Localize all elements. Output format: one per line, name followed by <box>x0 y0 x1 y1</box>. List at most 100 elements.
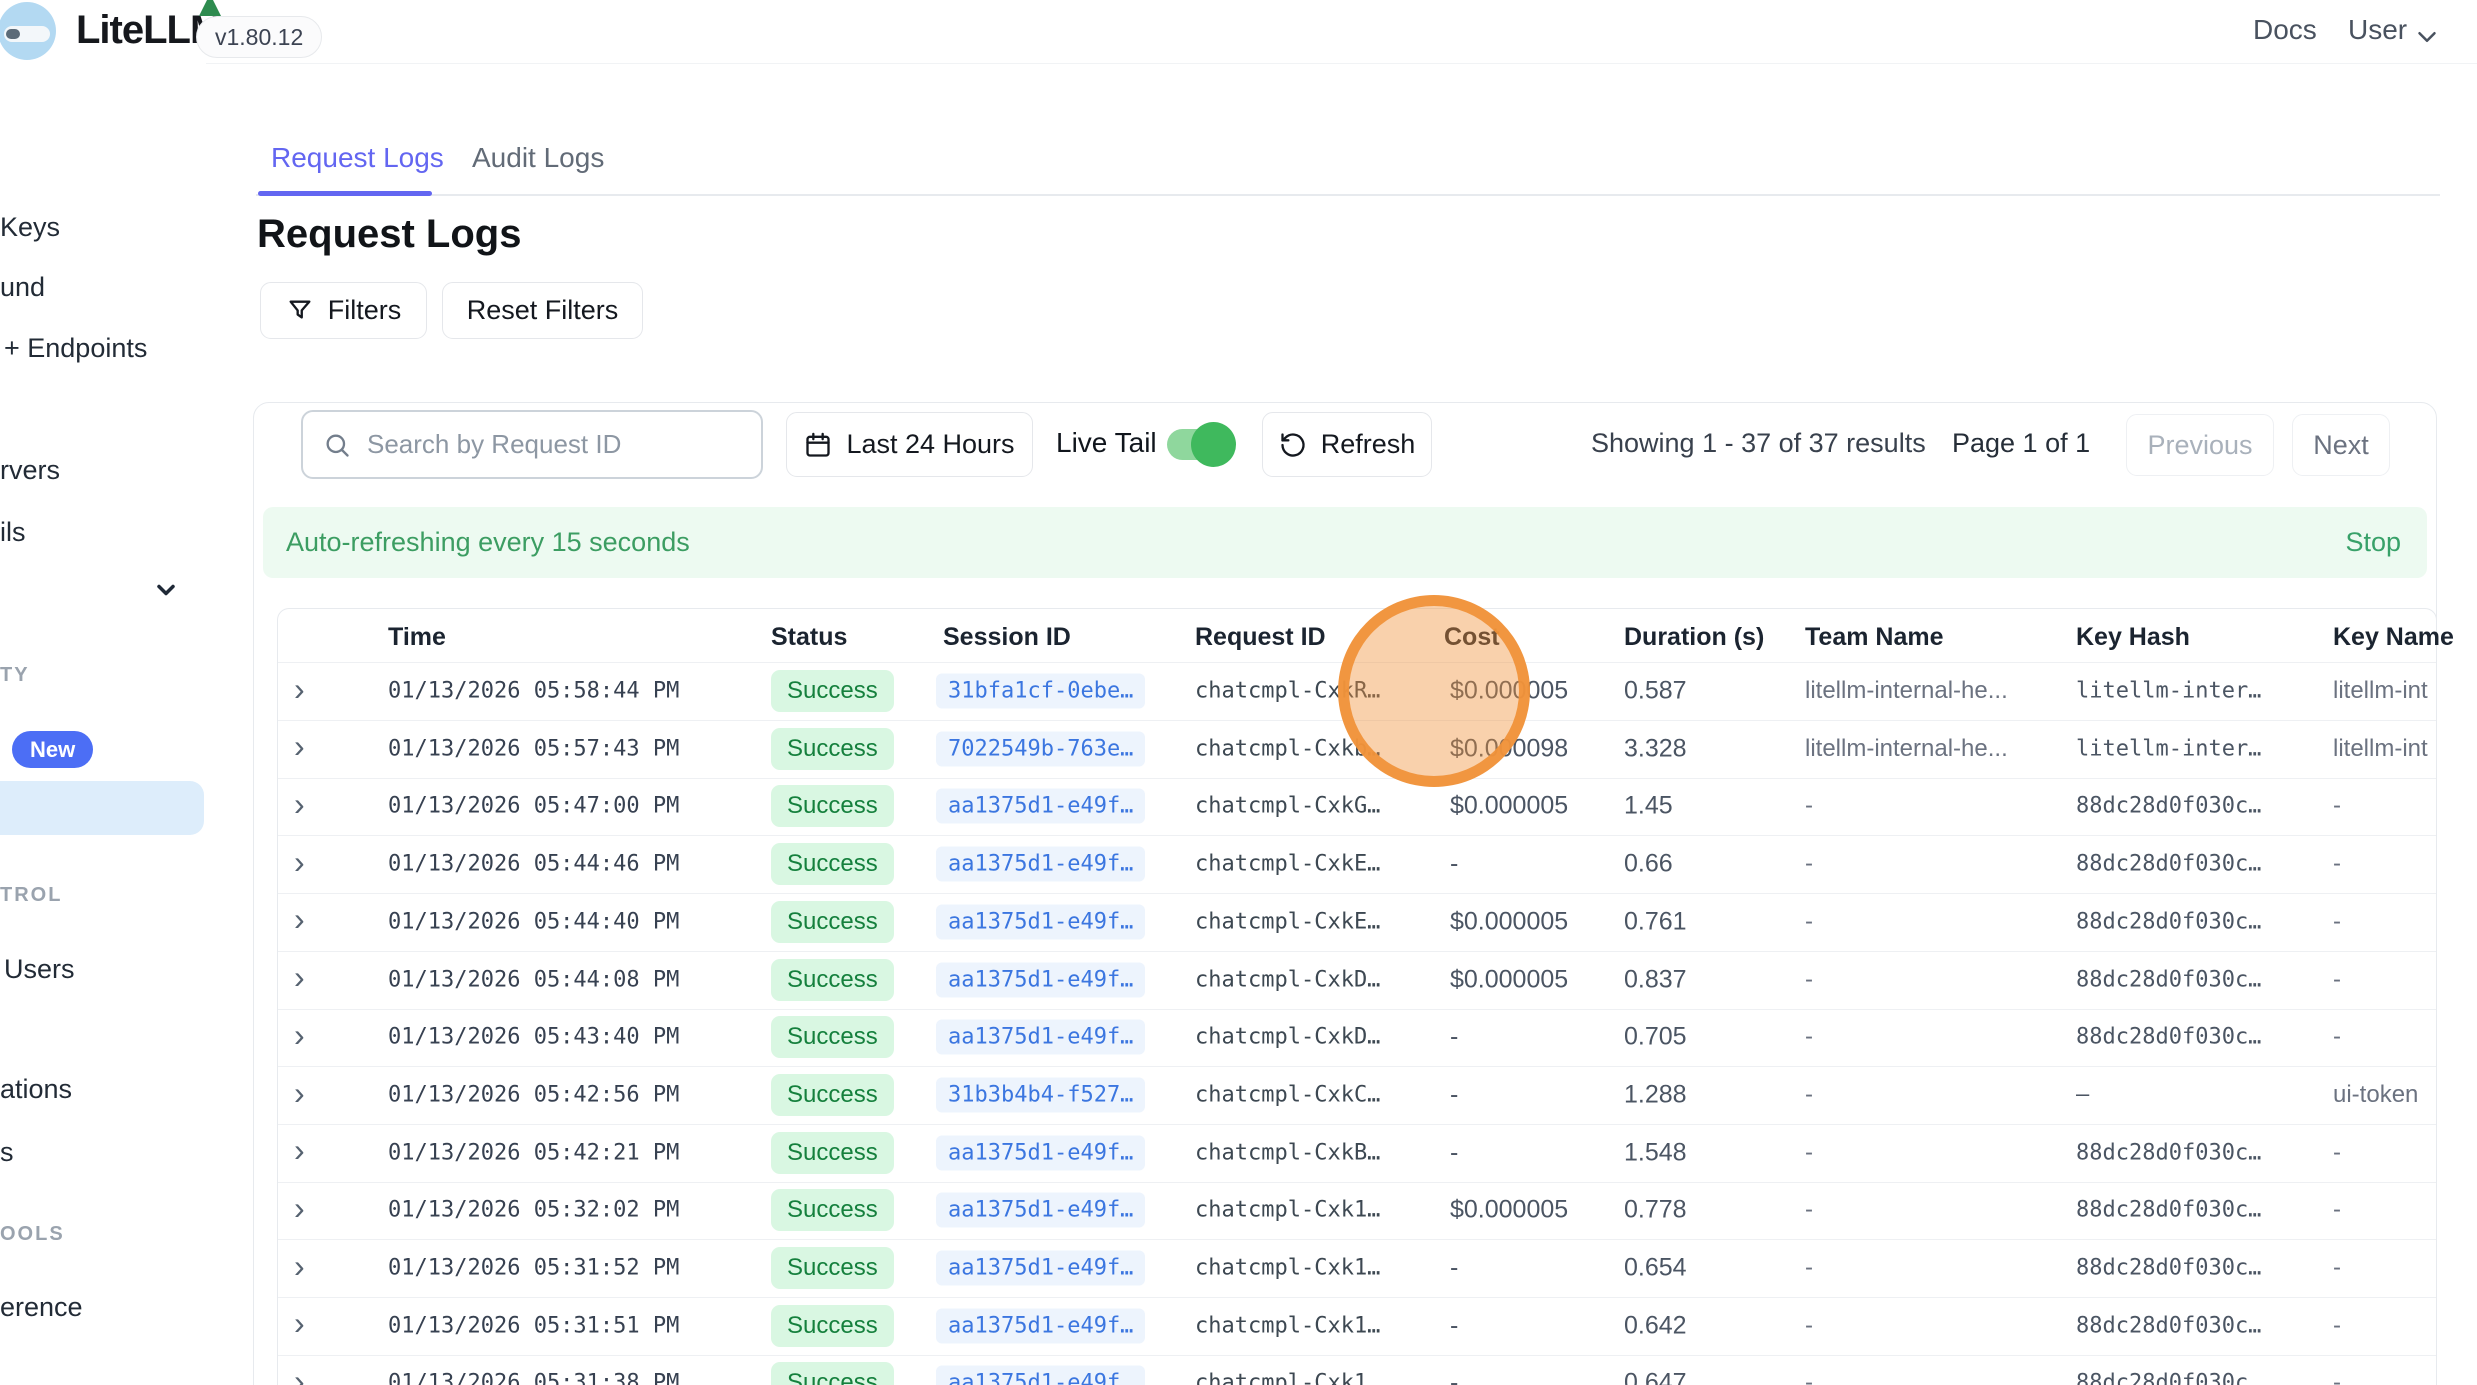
sidebar-item-teams[interactable]: s <box>0 1137 14 1168</box>
cell-request-id: chatcmpl-Cxk1… <box>1195 1256 1380 1281</box>
cell-key-name: - <box>2333 1139 2341 1167</box>
cell-session-id-link[interactable]: aa1375d1-e49f… <box>936 904 1145 939</box>
expand-row-chevron-icon[interactable]: › <box>294 1192 305 1224</box>
time-range-button[interactable]: Last 24 Hours <box>786 412 1033 477</box>
table-row[interactable]: › 01/13/2026 05:42:56 PM Success 31b3b4b… <box>278 1066 2436 1125</box>
expand-row-chevron-icon[interactable]: › <box>294 1365 305 1385</box>
cell-duration: 0.642 <box>1624 1311 1687 1340</box>
sidebar-item-inference[interactable]: erence <box>0 1292 83 1323</box>
cell-key-hash: – <box>2076 1082 2089 1107</box>
cell-cost: - <box>1450 1369 1458 1385</box>
status-badge: Success <box>771 1247 894 1289</box>
cell-key-hash: litellm-inter… <box>2076 679 2261 704</box>
col-key-name: Key Name <box>2333 623 2454 652</box>
cell-session-id-link[interactable]: aa1375d1-e49f… <box>936 1135 1145 1170</box>
table-row[interactable]: › 01/13/2026 05:47:00 PM Success aa1375d… <box>278 777 2436 836</box>
expand-row-chevron-icon[interactable]: › <box>294 1134 305 1166</box>
cell-session-id-link[interactable]: 7022549b-763e… <box>936 731 1145 766</box>
table-row[interactable]: › 01/13/2026 05:44:46 PM Success aa1375d… <box>278 835 2436 894</box>
cell-session-id-link[interactable]: aa1375d1-e49f… <box>936 1020 1145 1055</box>
cell-time: 01/13/2026 05:44:46 PM <box>388 852 679 877</box>
cell-session-id-link[interactable]: aa1375d1-e49f… <box>936 1193 1145 1228</box>
expand-row-chevron-icon[interactable]: › <box>294 673 305 705</box>
cell-session-id-link[interactable]: 31bfa1cf-0ebe… <box>936 674 1145 709</box>
sidebar-item-users[interactable]: Users <box>4 954 75 985</box>
search-box[interactable] <box>301 410 763 479</box>
reset-filters-button[interactable]: Reset Filters <box>442 282 643 339</box>
chevron-down-icon[interactable] <box>2412 22 2442 52</box>
expand-row-chevron-icon[interactable]: › <box>294 961 305 993</box>
cell-cost: $0.000005 <box>1450 792 1568 821</box>
cell-duration: 0.778 <box>1624 1196 1687 1225</box>
cell-request-id: chatcmpl-CxkD… <box>1195 1025 1380 1050</box>
expand-row-chevron-icon[interactable]: › <box>294 903 305 935</box>
cell-team-name: - <box>1805 908 1813 936</box>
expand-row-chevron-icon[interactable]: › <box>294 730 305 762</box>
cell-duration: 0.705 <box>1624 1023 1687 1052</box>
auto-refresh-banner: Auto-refreshing every 15 seconds Stop <box>263 507 2427 578</box>
expand-row-chevron-icon[interactable]: › <box>294 1307 305 1339</box>
cell-key-hash: 88dc28d0f030c… <box>2076 852 2261 877</box>
cell-request-id: chatcmpl-CxkE… <box>1195 852 1380 877</box>
sidebar-item-playground[interactable]: und <box>0 272 45 303</box>
expand-row-chevron-icon[interactable]: › <box>294 846 305 878</box>
sidebar-item-selected[interactable] <box>0 781 204 835</box>
cell-cost: - <box>1450 850 1458 879</box>
auto-refresh-text: Auto-refreshing every 15 seconds <box>286 527 690 558</box>
cell-request-id: chatcmpl-CxkG… <box>1195 794 1380 819</box>
expand-row-chevron-icon[interactable]: › <box>294 788 305 820</box>
cell-duration: 1.45 <box>1624 792 1673 821</box>
cell-cost: - <box>1450 1023 1458 1052</box>
sidebar-item-servers[interactable]: rvers <box>0 455 60 486</box>
sidebar-item-models-endpoints[interactable]: + Endpoints <box>4 333 147 364</box>
user-menu[interactable]: User <box>2348 14 2407 46</box>
cell-session-id-link[interactable]: aa1375d1-e49f… <box>936 1251 1145 1286</box>
tab-audit-logs[interactable]: Audit Logs <box>472 142 604 174</box>
sidebar-collapse-chevron-icon[interactable] <box>152 576 180 604</box>
table-row[interactable]: › 01/13/2026 05:32:02 PM Success aa1375d… <box>278 1181 2436 1240</box>
cell-team-name: - <box>1805 1254 1813 1282</box>
filters-button[interactable]: Filters <box>260 282 427 339</box>
sidebar-nav: Keys und + Endpoints rvers ils TY New TR… <box>0 63 206 1385</box>
tab-request-logs[interactable]: Request Logs <box>271 142 444 174</box>
live-tail-label: Live Tail <box>1056 427 1157 459</box>
cell-key-name: - <box>2333 1254 2341 1282</box>
cell-session-id-link[interactable]: aa1375d1-e49f… <box>936 1308 1145 1343</box>
cell-key-name: - <box>2333 1196 2341 1224</box>
col-duration: Duration (s) <box>1624 623 1764 652</box>
expand-row-chevron-icon[interactable]: › <box>294 1019 305 1051</box>
expand-row-chevron-icon[interactable]: › <box>294 1077 305 1109</box>
table-row[interactable]: › 01/13/2026 05:42:21 PM Success aa1375d… <box>278 1124 2436 1183</box>
cell-session-id-link[interactable]: aa1375d1-e49f… <box>936 962 1145 997</box>
cell-session-id-link[interactable]: 31b3b4b4-f527… <box>936 1077 1145 1112</box>
funnel-icon <box>286 297 314 325</box>
refresh-button[interactable]: Refresh <box>1262 412 1432 477</box>
sidebar-item-guardrails[interactable]: ils <box>0 517 26 548</box>
version-badge: v1.80.12 <box>196 16 322 58</box>
active-tab-underline <box>258 191 432 196</box>
search-input[interactable] <box>365 428 729 461</box>
cell-request-id: chatcmpl-Cxk1… <box>1195 1198 1380 1223</box>
cell-session-id-link[interactable]: aa1375d1-e49f… <box>936 789 1145 824</box>
cell-duration: 3.328 <box>1624 734 1687 763</box>
table-row[interactable]: › 01/13/2026 05:44:40 PM Success aa1375d… <box>278 893 2436 952</box>
results-count-text: Showing 1 - 37 of 37 results <box>1591 428 1926 459</box>
stop-auto-refresh-button[interactable]: Stop <box>2345 527 2401 558</box>
sidebar-item-organizations[interactable]: ations <box>0 1074 72 1105</box>
expand-row-chevron-icon[interactable]: › <box>294 1250 305 1282</box>
live-tail-toggle[interactable] <box>1167 429 1233 460</box>
docs-link[interactable]: Docs <box>2253 14 2317 46</box>
table-row[interactable]: › 01/13/2026 05:43:40 PM Success aa1375d… <box>278 1008 2436 1067</box>
cell-key-name: litellm-int <box>2333 677 2428 705</box>
sidebar-item-keys[interactable]: Keys <box>0 212 60 243</box>
next-page-button[interactable]: Next <box>2292 414 2390 476</box>
table-row[interactable]: › 01/13/2026 05:31:51 PM Success aa1375d… <box>278 1297 2436 1356</box>
cell-session-id-link[interactable]: aa1375d1-e49f… <box>936 1366 1145 1385</box>
table-row[interactable]: › 01/13/2026 05:31:38 PM Success aa1375d… <box>278 1354 2436 1385</box>
previous-page-button[interactable]: Previous <box>2126 414 2274 476</box>
table-row[interactable]: › 01/13/2026 05:44:08 PM Success aa1375d… <box>278 951 2436 1010</box>
cell-time: 01/13/2026 05:31:51 PM <box>388 1313 679 1338</box>
cell-team-name: - <box>1805 1081 1813 1109</box>
table-row[interactable]: › 01/13/2026 05:31:52 PM Success aa1375d… <box>278 1239 2436 1298</box>
cell-session-id-link[interactable]: aa1375d1-e49f… <box>936 847 1145 882</box>
